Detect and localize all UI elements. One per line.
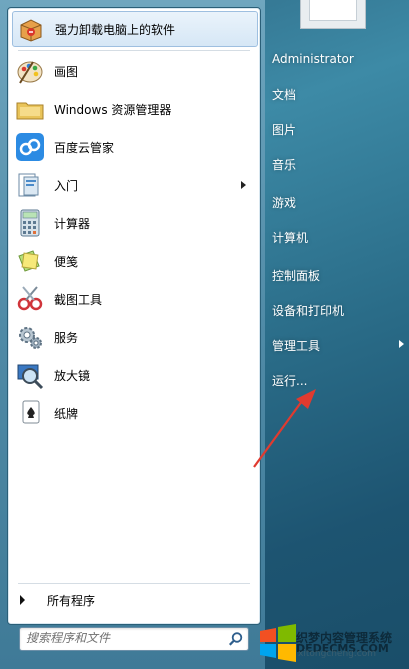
right-item-label: 音乐 [272, 157, 297, 172]
getting-started-icon [14, 169, 46, 201]
right-item-administrator[interactable]: Administrator [264, 44, 409, 74]
right-item-label: 设备和打印机 [272, 303, 345, 318]
right-item-music[interactable]: 音乐 [264, 149, 409, 179]
program-label: 纸牌 [54, 406, 79, 421]
explorer-folder-icon [14, 93, 46, 125]
uninstall-box-icon [15, 13, 47, 45]
right-item-label: 文档 [272, 87, 297, 102]
program-item-sticky-notes[interactable]: 便笺 [12, 243, 256, 279]
program-label: Windows 资源管理器 [54, 102, 172, 117]
user-picture [309, 0, 357, 21]
watermark-url: xitongcheng.com [298, 649, 376, 659]
expand-arrow-icon [20, 595, 25, 605]
right-item-label: 游戏 [272, 195, 297, 210]
program-label: 计算器 [54, 216, 91, 231]
right-item-label: 计算机 [272, 230, 309, 245]
paint-palette-icon [14, 55, 46, 87]
right-item-control-panel[interactable]: 控制面板 [264, 260, 409, 290]
program-label: 画图 [54, 64, 79, 79]
sticky-notes-icon [14, 245, 46, 277]
right-item-games[interactable]: 游戏 [264, 187, 409, 217]
search-input[interactable] [20, 628, 226, 648]
program-item-solitaire[interactable]: 纸牌 [12, 395, 256, 431]
right-item-label: 图片 [272, 122, 297, 137]
program-label: 便笺 [54, 254, 79, 269]
program-label: 放大镜 [54, 368, 91, 383]
program-item-explorer[interactable]: Windows 资源管理器 [12, 91, 256, 127]
watermark: 织梦内容管理系统 DEDECMS.COM xitongcheng.com [252, 605, 409, 669]
program-item-getting-started[interactable]: 入门 [12, 167, 256, 203]
search-box[interactable] [19, 627, 249, 651]
annotation-arrow-icon [253, 389, 316, 468]
right-item-documents[interactable]: 文档 [264, 79, 409, 109]
windows-logo-icon [260, 624, 296, 662]
baidu-cloud-icon [14, 131, 46, 163]
solitaire-cards-icon [14, 397, 46, 429]
submenu-arrow-icon [399, 340, 404, 348]
right-item-label: 控制面板 [272, 268, 321, 283]
search-icon[interactable] [228, 631, 244, 647]
program-item-paint[interactable]: 画图 [12, 53, 256, 89]
program-item-baidu-cloud[interactable]: 百度云管家 [12, 129, 256, 165]
program-label: 截图工具 [54, 292, 103, 307]
magnifier-icon [14, 359, 46, 391]
right-item-pictures[interactable]: 图片 [264, 114, 409, 144]
calculator-icon [14, 207, 46, 239]
program-label: 服务 [54, 330, 79, 345]
right-item-label: Administrator [272, 52, 354, 66]
right-item-label: 管理工具 [272, 338, 321, 353]
right-item-computer[interactable]: 计算机 [264, 222, 409, 252]
program-item-services[interactable]: 服务 [12, 319, 256, 355]
program-label: 入门 [54, 178, 79, 193]
pinned-separator [18, 50, 250, 51]
right-item-devices-printers[interactable]: 设备和打印机 [264, 295, 409, 325]
program-item-snipping-tool[interactable]: 截图工具 [12, 281, 256, 317]
all-programs-separator [18, 583, 250, 584]
search-area [7, 624, 259, 654]
programs-panel: 强力卸载电脑上的软件 画图 Windows 资源管理器 百度云管家 入门 计算器… [7, 7, 261, 625]
all-programs-label: 所有程序 [47, 593, 96, 608]
services-gear-icon [14, 321, 46, 353]
right-item-admin-tools[interactable]: 管理工具 [264, 330, 409, 360]
program-item-calculator[interactable]: 计算器 [12, 205, 256, 241]
all-programs-button[interactable]: 所有程序 [18, 589, 250, 611]
user-picture-frame[interactable] [300, 0, 366, 29]
snipping-tool-icon [14, 283, 46, 315]
program-label: 百度云管家 [54, 140, 115, 155]
pinned-program-label: 强力卸载电脑上的软件 [55, 22, 176, 37]
pinned-program-uninstall[interactable]: 强力卸载电脑上的软件 [12, 11, 258, 47]
submenu-arrow-icon [241, 181, 246, 189]
program-item-magnifier[interactable]: 放大镜 [12, 357, 256, 393]
